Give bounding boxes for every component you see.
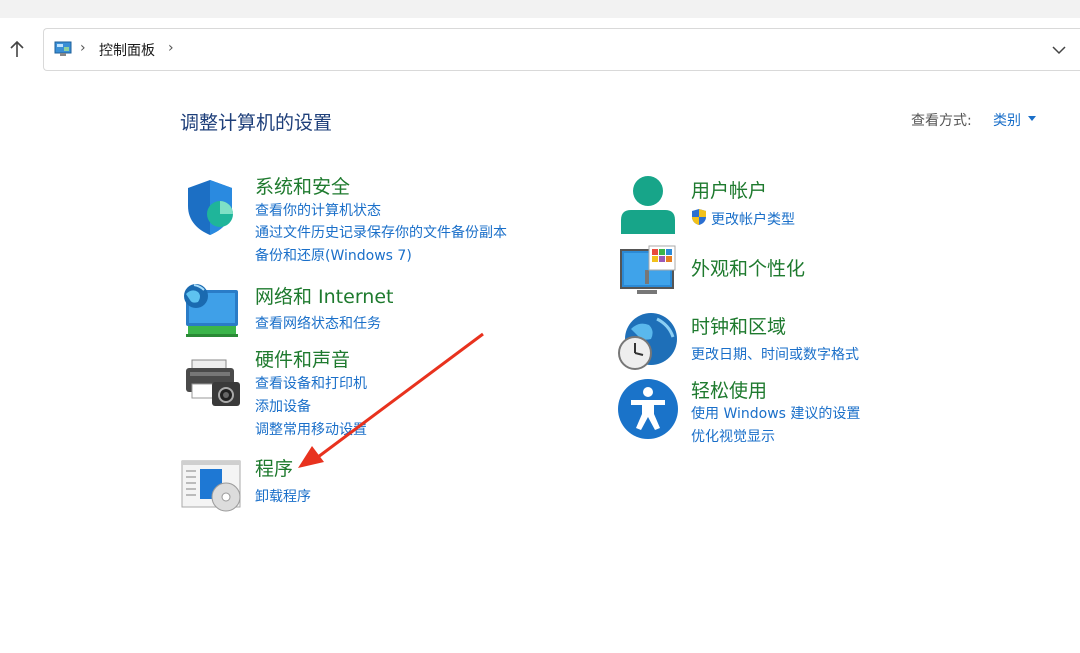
link-change-date-time[interactable]: 更改日期、时间或数字格式 (691, 344, 859, 364)
category-hardware-sound[interactable]: 硬件和声音 (255, 345, 350, 372)
link-backup-restore[interactable]: 备份和还原(Windows 7) (255, 245, 412, 265)
shield-icon[interactable] (180, 176, 242, 238)
link-windows-recommended[interactable]: 使用 Windows 建议的设置 (691, 403, 860, 423)
accessibility-icon[interactable] (617, 378, 679, 440)
up-arrow-icon[interactable] (6, 38, 28, 60)
programs-icon[interactable] (180, 455, 242, 517)
link-view-computer-status[interactable]: 查看你的计算机状态 (255, 200, 381, 220)
link-optimize-visual[interactable]: 优化视觉显示 (691, 426, 775, 446)
link-change-account-type[interactable]: 更改帐户类型 (711, 209, 795, 229)
category-system-security[interactable]: 系统和安全 (255, 172, 350, 199)
category-clock-region[interactable]: 时钟和区域 (691, 312, 786, 339)
view-by-dropdown[interactable]: 类别 (993, 110, 1021, 130)
category-network-internet[interactable]: 网络和 Internet (255, 282, 393, 309)
window-top-strip (0, 0, 1080, 18)
clock-globe-icon[interactable] (617, 311, 679, 373)
link-devices-printers[interactable]: 查看设备和打印机 (255, 373, 367, 393)
link-uninstall-program[interactable]: 卸载程序 (255, 486, 311, 506)
chevron-down-icon[interactable] (1049, 42, 1069, 58)
view-by-label: 查看方式: (911, 113, 972, 129)
category-appearance[interactable]: 外观和个性化 (691, 254, 805, 281)
link-network-status[interactable]: 查看网络状态和任务 (255, 313, 381, 333)
address-row: › 控制面板 › (0, 18, 1080, 78)
breadcrumb-chevron-icon[interactable]: › (168, 40, 174, 56)
network-globe-icon[interactable] (180, 280, 242, 342)
appearance-monitor-icon[interactable] (617, 244, 679, 306)
category-programs[interactable]: 程序 (255, 454, 293, 481)
breadcrumb-separator-icon[interactable]: › (80, 40, 86, 56)
uac-shield-icon (690, 208, 708, 226)
link-file-history[interactable]: 通过文件历史记录保存你的文件备份副本 (255, 222, 507, 242)
category-user-accounts[interactable]: 用户帐户 (691, 176, 767, 203)
address-bar[interactable]: › 控制面板 › (43, 28, 1080, 71)
page-title: 调整计算机的设置 (180, 112, 333, 134)
annotation-arrow-icon (298, 332, 484, 468)
breadcrumb-control-panel[interactable]: 控制面板 (99, 40, 155, 60)
link-add-device[interactable]: 添加设备 (255, 396, 311, 416)
control-panel-icon (54, 41, 72, 57)
link-mobility-settings[interactable]: 调整常用移动设置 (255, 419, 367, 439)
printer-icon[interactable] (180, 350, 242, 412)
user-account-icon[interactable] (617, 174, 679, 236)
caret-down-icon[interactable] (1028, 116, 1036, 121)
category-ease-of-access[interactable]: 轻松使用 (691, 376, 767, 403)
